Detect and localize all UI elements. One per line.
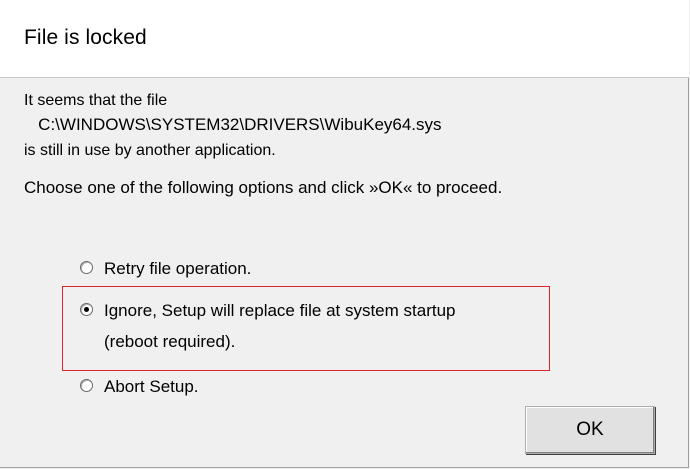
option-abort[interactable]: Abort Setup. xyxy=(80,376,199,398)
message-line-1: It seems that the file xyxy=(24,92,168,109)
dialog-header: File is locked xyxy=(0,0,689,78)
message-line-3: is still in use by another application. xyxy=(24,142,276,159)
ignore-label-line2: (reboot required). xyxy=(104,332,236,351)
option-ignore[interactable]: Ignore, Setup will replace file at syste… xyxy=(80,300,456,353)
ignore-radio[interactable] xyxy=(80,303,93,316)
ok-button[interactable]: OK xyxy=(525,406,655,454)
file-locked-dialog: File is locked It seems that the file C:… xyxy=(0,0,689,468)
file-path: C:\WINDOWS\SYSTEM32\DRIVERS\WibuKey64.sy… xyxy=(24,115,442,134)
abort-radio[interactable] xyxy=(80,379,93,392)
ignore-label[interactable]: Ignore, Setup will replace file at syste… xyxy=(104,300,456,353)
retry-radio[interactable] xyxy=(80,261,93,274)
option-retry[interactable]: Retry file operation. xyxy=(80,258,251,280)
instruction-text: Choose one of the following options and … xyxy=(24,178,503,197)
dialog-title: File is locked xyxy=(24,26,147,49)
retry-label[interactable]: Retry file operation. xyxy=(104,258,251,280)
ignore-label-line1: Ignore, Setup will replace file at syste… xyxy=(104,301,456,320)
abort-label[interactable]: Abort Setup. xyxy=(104,376,199,398)
